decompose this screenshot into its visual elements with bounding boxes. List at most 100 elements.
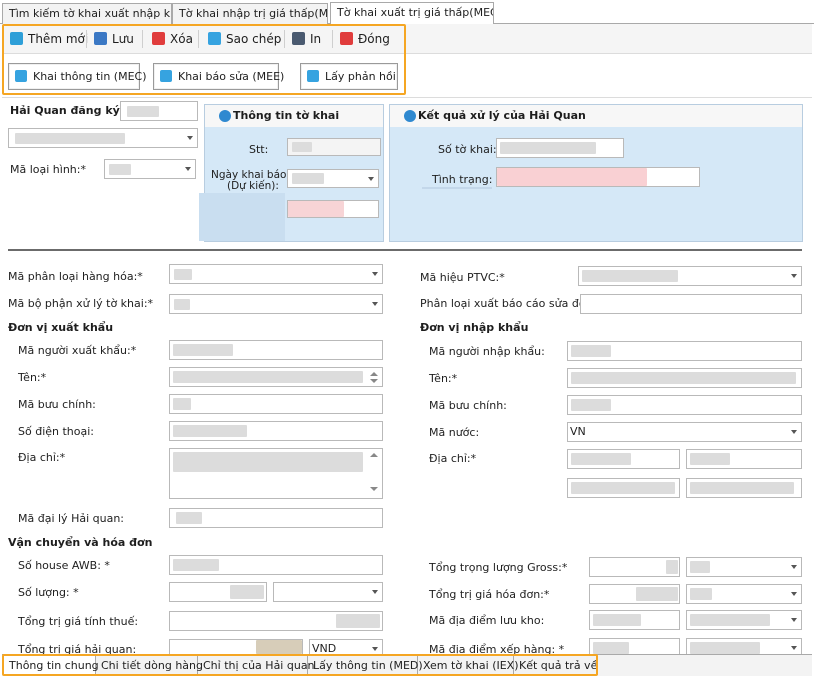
customs-result-title: Kết quả xử lý của Hải Quan: [418, 109, 586, 122]
redacted-value: [174, 269, 192, 280]
amend-class-input[interactable]: [580, 294, 802, 314]
quantity-input[interactable]: [169, 582, 267, 602]
redacted-value: [690, 482, 794, 494]
importer-address-line3[interactable]: [567, 478, 680, 498]
customs-office-select[interactable]: [8, 128, 198, 148]
importer-postal-input[interactable]: [567, 395, 802, 415]
country-code-select[interactable]: VN: [567, 422, 802, 442]
taxable-value-input[interactable]: [169, 611, 383, 631]
scroll-up-icon[interactable]: [370, 372, 378, 376]
processing-unit-select[interactable]: [169, 294, 383, 314]
processing-unit-label: Mã bộ phận xử lý tờ khai:*: [8, 297, 154, 310]
exporter-postal-label: Mã bưu chính:: [18, 398, 96, 411]
transport-section-title: Vận chuyển và hóa đơn: [8, 536, 153, 549]
redacted-value: [109, 164, 131, 175]
importer-address-line2[interactable]: [686, 449, 802, 469]
chevron-down-icon: [372, 272, 378, 276]
redacted-value: [173, 398, 191, 410]
redacted-value: [230, 585, 264, 599]
declaration-info-panel: Thông tin tờ khai Stt: Ngày khai báo (Dự…: [199, 104, 384, 242]
transport-code-label: Mã hiệu PTVC:*: [420, 271, 505, 284]
declare-date-select[interactable]: [287, 169, 379, 188]
type-code-label: Mã loại hình:*: [10, 163, 86, 176]
awb-input[interactable]: [169, 555, 383, 575]
transport-code-select[interactable]: [578, 266, 802, 286]
exporter-phone-input[interactable]: [169, 421, 383, 441]
goods-class-select[interactable]: [169, 264, 383, 284]
type-code-select[interactable]: [104, 159, 196, 179]
redacted-value: [173, 344, 233, 356]
customs-agent-label: Mã đại lý Hải quan:: [18, 512, 125, 525]
redacted-value: [593, 642, 629, 654]
stt-input[interactable]: [287, 138, 381, 156]
declare-time-input[interactable]: [287, 200, 379, 218]
redacted-value: [174, 299, 190, 310]
customs-agent-input[interactable]: [169, 508, 383, 528]
redacted-value: [288, 201, 344, 217]
divider: [422, 187, 492, 189]
chevron-down-icon: [368, 177, 374, 181]
tab-search-declarations[interactable]: Tìm kiếm tờ khai xuất nhập khẩu: [2, 3, 172, 24]
exporter-postal-input[interactable]: [169, 394, 383, 414]
customs-registration-label: Hải Quan đăng ký:: [10, 104, 125, 117]
invoice-currency-select[interactable]: [686, 584, 802, 604]
declaration-info-title: Thông tin tờ khai: [233, 109, 340, 122]
redacted-value: [173, 371, 363, 383]
chevron-down-icon: [791, 592, 797, 596]
redacted-value: [593, 614, 641, 626]
country-code-value: VN: [570, 425, 586, 438]
redacted-value: [127, 106, 159, 117]
scroll-up-icon[interactable]: [370, 453, 378, 457]
goods-class-label: Mã phân loại hàng hóa:*: [8, 270, 143, 283]
importer-address-line4[interactable]: [686, 478, 802, 498]
storage-location-select[interactable]: [686, 610, 802, 630]
tab-import-mic[interactable]: Tờ khai nhập trị giá thấp(MIC): [172, 3, 328, 24]
stt-label: Stt:: [249, 143, 269, 156]
declaration-number-input[interactable]: [496, 138, 624, 158]
redacted-value: [571, 372, 796, 384]
customs-result-header: Kết quả xử lý của Hải Quan: [390, 105, 802, 127]
redacted-value: [336, 614, 380, 628]
redacted-value: [690, 642, 760, 654]
exporter-code-label: Mã người xuất khẩu:*: [18, 344, 137, 357]
tab-export-mec[interactable]: Tờ khai xuất trị giá thấp(MEC): [330, 2, 494, 24]
scroll-down-icon[interactable]: [370, 379, 378, 383]
storage-location-input[interactable]: [589, 610, 680, 630]
gross-weight-label: Tổng trọng lượng Gross:*: [429, 561, 568, 574]
redacted-value: [690, 561, 710, 573]
search-icon: [404, 110, 416, 122]
scroll-down-icon[interactable]: [370, 487, 378, 491]
exporter-name-input[interactable]: [169, 367, 383, 387]
importer-code-input[interactable]: [567, 341, 802, 361]
gross-weight-input[interactable]: [589, 557, 680, 577]
redacted-value: [176, 512, 202, 524]
exporter-code-input[interactable]: [169, 340, 383, 360]
taxable-value-label: Tổng trị giá tính thuế:: [18, 615, 139, 628]
redacted-value: [256, 640, 302, 654]
redacted-value: [571, 399, 611, 411]
gross-weight-unit-select[interactable]: [686, 557, 802, 577]
country-code-label: Mã nước:: [429, 426, 480, 439]
date-detail-area: [199, 193, 285, 241]
customs-result-panel: Kết quả xử lý của Hải Quan Số tờ khai: T…: [389, 104, 803, 242]
redacted-value: [15, 133, 125, 144]
customs-code-input[interactable]: [120, 101, 198, 121]
declaration-number-label: Số tờ khai:: [438, 143, 497, 156]
importer-code-label: Mã người nhập khẩu:: [429, 345, 545, 358]
status-input[interactable]: [496, 167, 700, 187]
exporter-address-textarea[interactable]: [169, 448, 383, 499]
exporter-section-title: Đơn vị xuất khẩu: [8, 321, 114, 334]
redacted-value: [571, 482, 675, 494]
redacted-value: [571, 453, 631, 465]
awb-label: Số house AWB: *: [18, 559, 110, 572]
status-label: Tình trạng:: [432, 173, 493, 186]
redacted-value: [292, 142, 312, 152]
importer-address-line1[interactable]: [567, 449, 680, 469]
redacted-value: [582, 270, 678, 282]
importer-name-input[interactable]: [567, 368, 802, 388]
chevron-down-icon: [791, 565, 797, 569]
redacted-value: [571, 345, 611, 357]
quantity-unit-select[interactable]: [273, 582, 383, 602]
importer-section-title: Đơn vị nhập khẩu: [420, 321, 529, 334]
invoice-value-input[interactable]: [589, 584, 680, 604]
